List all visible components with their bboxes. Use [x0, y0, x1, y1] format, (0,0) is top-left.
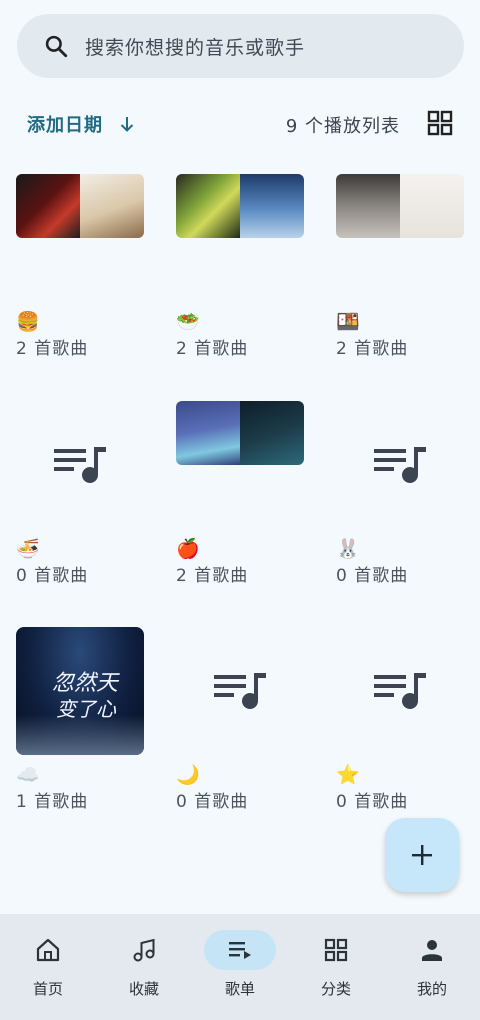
playlist-card[interactable]: 🌙 0 首歌曲: [176, 627, 304, 815]
playlist-emoji: ⭐: [336, 764, 360, 786]
song-count: 2 首歌曲: [176, 566, 249, 586]
nav-label: 收藏: [128, 980, 159, 998]
bottom-nav: 首页 收藏 歌单 分类 我的: [0, 914, 480, 1020]
nav-item-categories[interactable]: 分类: [288, 914, 384, 1020]
playlist-card[interactable]: 🥗 2 首歌曲: [176, 174, 304, 362]
search-placeholder: 搜索你想搜的音乐或歌手: [85, 36, 306, 59]
playlist-emoji: 🍎: [176, 538, 200, 560]
plus-icon: [412, 845, 432, 865]
playlist-emoji: 🌙: [176, 764, 200, 786]
playlist-cover: 忽然天 变了心: [16, 627, 144, 755]
playlist-emoji: 🐰: [336, 538, 360, 560]
playlist-card[interactable]: 🍱 2 首歌曲: [336, 174, 464, 362]
song-count: 1 首歌曲: [16, 792, 89, 812]
grid-view-icon: [427, 110, 453, 136]
nav-label: 我的: [416, 980, 447, 998]
playlist-emoji: 🥗: [176, 311, 200, 333]
playlist-icon: [204, 930, 276, 970]
playlist-placeholder: [176, 627, 304, 755]
grid-icon: [300, 930, 372, 970]
nav-label: 首页: [32, 980, 63, 998]
playlist-card[interactable]: 忽然天 变了心 ☁️ 1 首歌曲: [16, 627, 144, 815]
cover-title-line2: 变了心: [56, 697, 116, 721]
playlist-emoji: 🍱: [336, 311, 360, 333]
playlist-icon: [374, 673, 426, 709]
playlist-card[interactable]: 🍔 2 首歌曲: [16, 174, 144, 362]
music-note-icon: [108, 930, 180, 970]
playlist-cover: [336, 174, 464, 302]
playlist-placeholder: [16, 401, 144, 529]
search-icon: [43, 33, 69, 59]
playlist-emoji: 🍔: [16, 311, 40, 333]
playlist-count: 9 个播放列表: [285, 116, 400, 137]
playlist-cover: [16, 174, 144, 302]
playlist-emoji: 🍜: [16, 538, 40, 560]
playlist-placeholder: [336, 627, 464, 755]
playlist-card[interactable]: 🍎 2 首歌曲: [176, 401, 304, 589]
song-count: 2 首歌曲: [176, 339, 249, 359]
playlist-emoji: ☁️: [16, 764, 40, 786]
song-count: 2 首歌曲: [16, 339, 89, 359]
song-count: 0 首歌曲: [336, 566, 409, 586]
playlist-icon: [374, 447, 426, 483]
playlist-card[interactable]: 🐰 0 首歌曲: [336, 401, 464, 589]
nav-item-playlists[interactable]: 歌单: [192, 914, 288, 1020]
nav-item-favorites[interactable]: 收藏: [96, 914, 192, 1020]
playlist-card[interactable]: 🍜 0 首歌曲: [16, 401, 144, 589]
playlist-icon: [214, 673, 266, 709]
nav-label: 歌单: [224, 980, 255, 998]
search-bar[interactable]: 搜索你想搜的音乐或歌手: [17, 14, 464, 78]
sort-label: 添加日期: [27, 115, 103, 136]
playlist-cover: [176, 174, 304, 302]
home-icon: [12, 930, 84, 970]
song-count: 0 首歌曲: [336, 792, 409, 812]
playlist-card[interactable]: ⭐ 0 首歌曲: [336, 627, 464, 815]
nav-item-profile[interactable]: 我的: [384, 914, 480, 1020]
person-icon: [396, 930, 468, 970]
nav-label: 分类: [320, 980, 351, 998]
song-count: 2 首歌曲: [336, 339, 409, 359]
playlist-placeholder: [336, 401, 464, 529]
song-count: 0 首歌曲: [16, 566, 89, 586]
playlist-cover: [176, 401, 304, 529]
song-count: 0 首歌曲: [176, 792, 249, 812]
nav-item-home[interactable]: 首页: [0, 914, 96, 1020]
add-playlist-button[interactable]: [385, 818, 459, 892]
sort-control[interactable]: 添加日期: [27, 110, 135, 138]
grid-view-button[interactable]: [427, 110, 453, 136]
playlist-icon: [54, 447, 106, 483]
arrow-down-icon: [119, 115, 135, 133]
